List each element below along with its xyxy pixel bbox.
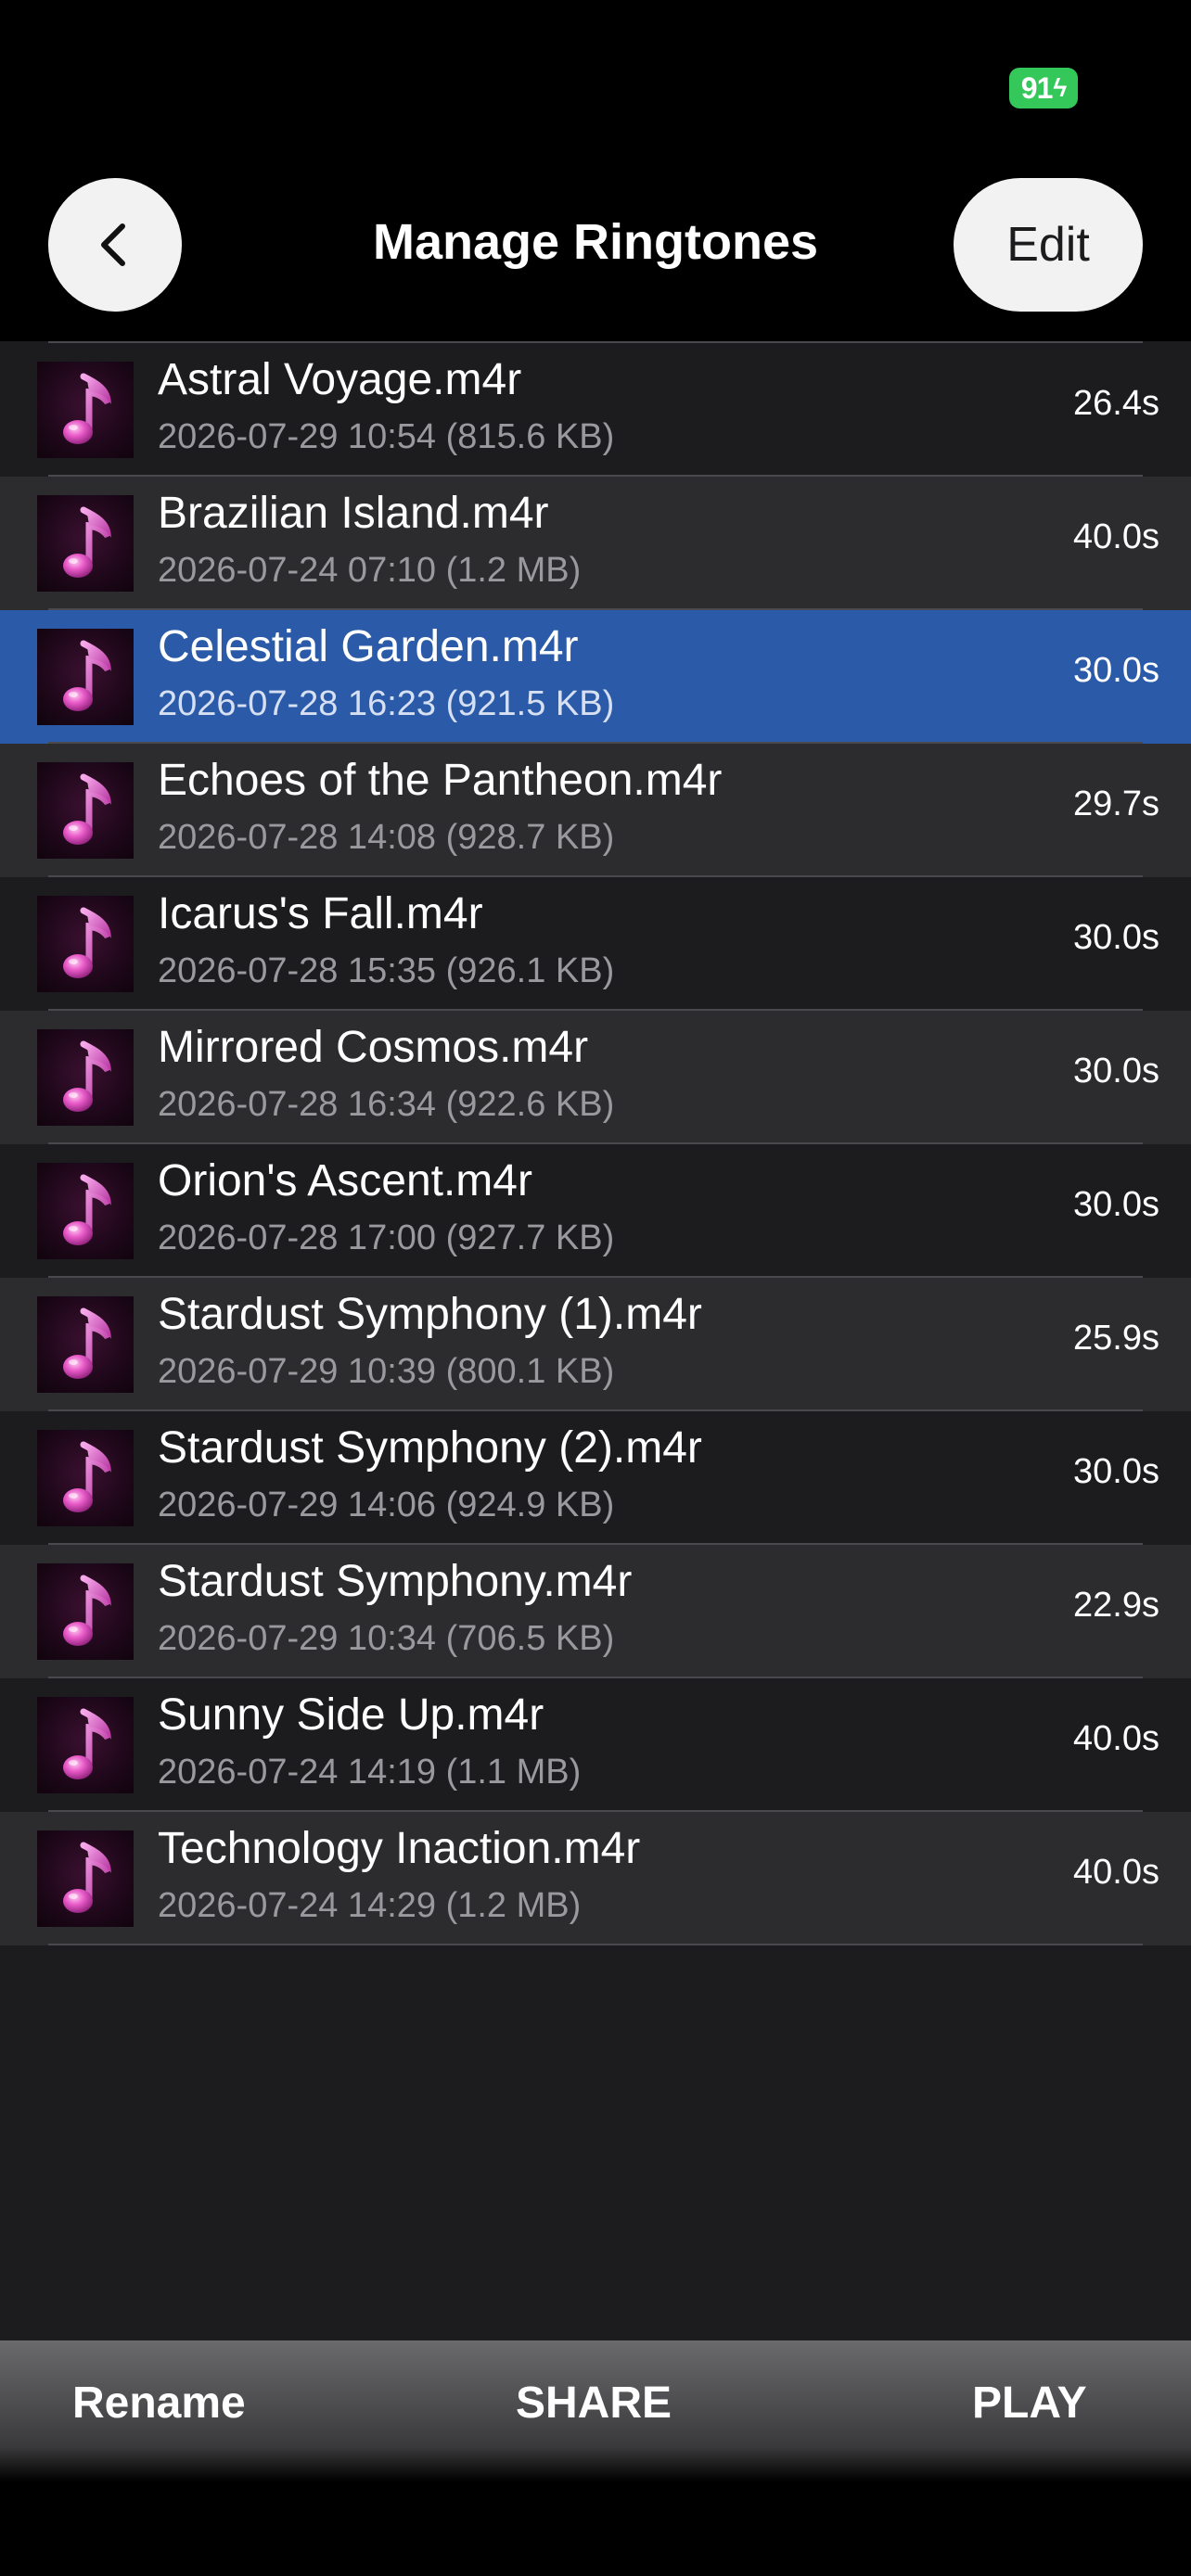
ringtone-details: 2026-07-24 14:29 (1.2 MB) bbox=[158, 1886, 582, 1925]
ringtone-details: 2026-07-28 14:08 (928.7 KB) bbox=[158, 818, 615, 857]
ringtone-thumbnail bbox=[37, 1563, 134, 1660]
music-note-icon bbox=[63, 1441, 111, 1512]
ringtone-name: Stardust Symphony (1).m4r bbox=[158, 1290, 702, 1339]
ringtone-details: 2026-07-29 14:06 (924.9 KB) bbox=[158, 1486, 615, 1524]
ringtone-duration: 40.0s bbox=[1073, 517, 1159, 556]
ringtone-thumbnail bbox=[37, 1697, 134, 1793]
battery-indicator: 91 ϟ bbox=[1009, 68, 1078, 108]
back-button[interactable] bbox=[48, 178, 182, 312]
edit-button[interactable]: Edit bbox=[954, 178, 1143, 312]
music-note-icon bbox=[63, 1842, 111, 1913]
ringtone-name: Astral Voyage.m4r bbox=[158, 355, 522, 404]
ringtone-thumbnail bbox=[37, 1830, 134, 1927]
ringtone-duration: 22.9s bbox=[1073, 1586, 1159, 1625]
ringtone-thumbnail bbox=[37, 1296, 134, 1393]
music-note-icon bbox=[63, 506, 111, 578]
music-note-icon bbox=[63, 1040, 111, 1112]
ringtone-list: Astral Voyage.m4r 2026-07-29 10:54 (815.6… bbox=[0, 341, 1191, 2340]
ringtone-duration: 25.9s bbox=[1073, 1319, 1159, 1358]
ringtone-thumbnail bbox=[37, 1163, 134, 1259]
list-item[interactable]: Echoes of the Pantheon.m4r 2026-07-28 14:… bbox=[0, 744, 1191, 877]
share-button[interactable]: SHARE bbox=[516, 2378, 672, 2429]
ringtone-duration: 40.0s bbox=[1073, 1719, 1159, 1758]
list-item[interactable]: Sunny Side Up.m4r 2026-07-24 14:19 (1.1 M… bbox=[0, 1678, 1191, 1812]
ringtone-name: Echoes of the Pantheon.m4r bbox=[158, 756, 723, 805]
ringtone-details: 2026-07-24 07:10 (1.2 MB) bbox=[158, 551, 582, 590]
status-bar: 91 ϟ bbox=[0, 0, 1191, 167]
ringtone-details: 2026-07-28 16:23 (921.5 KB) bbox=[158, 684, 615, 723]
ringtone-name: Sunny Side Up.m4r bbox=[158, 1690, 544, 1740]
row-divider bbox=[48, 1944, 1143, 1945]
list-item[interactable]: Astral Voyage.m4r 2026-07-29 10:54 (815.6… bbox=[0, 343, 1191, 477]
music-note-icon bbox=[63, 1575, 111, 1646]
ringtone-details: 2026-07-29 10:54 (815.6 KB) bbox=[158, 417, 615, 456]
chevron-left-icon bbox=[101, 223, 125, 266]
list-item[interactable]: Celestial Garden.m4r 2026-07-28 16:23 (92… bbox=[0, 610, 1191, 744]
ringtone-name: Stardust Symphony (2).m4r bbox=[158, 1423, 702, 1473]
navigation-bar: Manage Ringtones Edit bbox=[0, 167, 1191, 343]
bottom-toolbar: Rename SHARE PLAY bbox=[0, 2340, 1191, 2576]
ringtone-duration: 30.0s bbox=[1073, 651, 1159, 690]
list-item[interactable]: Stardust Symphony.m4r 2026-07-29 10:34 (7… bbox=[0, 1545, 1191, 1678]
list-item[interactable]: Brazilian Island.m4r 2026-07-24 07:10 (1.… bbox=[0, 477, 1191, 610]
music-note-icon bbox=[63, 1174, 111, 1245]
play-button[interactable]: PLAY bbox=[972, 2378, 1087, 2429]
ringtone-duration: 30.0s bbox=[1073, 918, 1159, 957]
ringtone-details: 2026-07-28 15:35 (926.1 KB) bbox=[158, 951, 615, 990]
ringtone-details: 2026-07-29 10:34 (706.5 KB) bbox=[158, 1619, 615, 1658]
ringtone-duration: 30.0s bbox=[1073, 1052, 1159, 1090]
battery-level: 91 bbox=[1020, 70, 1054, 105]
ringtone-details: 2026-07-28 16:34 (922.6 KB) bbox=[158, 1085, 615, 1124]
ringtone-duration: 26.4s bbox=[1073, 384, 1159, 423]
ringtone-name: Icarus's Fall.m4r bbox=[158, 889, 483, 938]
ringtone-thumbnail bbox=[37, 762, 134, 859]
page-title: Manage Ringtones bbox=[372, 214, 819, 270]
ringtone-duration: 40.0s bbox=[1073, 1853, 1159, 1892]
ringtone-name: Brazilian Island.m4r bbox=[158, 489, 549, 538]
ringtone-name: Technology Inaction.m4r bbox=[158, 1824, 641, 1873]
ringtone-duration: 30.0s bbox=[1073, 1452, 1159, 1491]
music-note-icon bbox=[63, 1708, 111, 1779]
ringtone-thumbnail bbox=[37, 1430, 134, 1526]
list-item[interactable]: Icarus's Fall.m4r 2026-07-28 15:35 (926.1… bbox=[0, 877, 1191, 1011]
ringtone-name: Mirrored Cosmos.m4r bbox=[158, 1023, 589, 1072]
charging-bolt-icon: ϟ bbox=[1053, 73, 1067, 102]
list-item[interactable]: Mirrored Cosmos.m4r 2026-07-28 16:34 (922… bbox=[0, 1011, 1191, 1144]
music-note-icon bbox=[63, 640, 111, 711]
ringtone-duration: 30.0s bbox=[1073, 1185, 1159, 1224]
list-item[interactable]: Stardust Symphony (2).m4r 2026-07-29 14:0… bbox=[0, 1411, 1191, 1545]
ringtone-details: 2026-07-29 10:39 (800.1 KB) bbox=[158, 1352, 615, 1391]
rename-button[interactable]: Rename bbox=[72, 2378, 246, 2429]
list-item[interactable]: Stardust Symphony (1).m4r 2026-07-29 10:3… bbox=[0, 1278, 1191, 1411]
app-root: 91 ϟ Manage Ringtones Edit Astral Voyage.… bbox=[0, 0, 1191, 2576]
ringtone-details: 2026-07-24 14:19 (1.1 MB) bbox=[158, 1753, 582, 1792]
ringtone-name: Stardust Symphony.m4r bbox=[158, 1557, 633, 1606]
ringtone-thumbnail bbox=[37, 495, 134, 592]
list-item[interactable]: Orion's Ascent.m4r 2026-07-28 17:00 (927.… bbox=[0, 1144, 1191, 1278]
ringtone-name: Celestial Garden.m4r bbox=[158, 622, 579, 671]
music-note-icon bbox=[63, 373, 111, 444]
ringtone-details: 2026-07-28 17:00 (927.7 KB) bbox=[158, 1218, 615, 1257]
music-note-icon bbox=[63, 1307, 111, 1379]
music-note-icon bbox=[63, 773, 111, 845]
ringtone-name: Orion's Ascent.m4r bbox=[158, 1156, 532, 1205]
ringtone-thumbnail bbox=[37, 896, 134, 992]
ringtone-thumbnail bbox=[37, 629, 134, 725]
ringtone-thumbnail bbox=[37, 1029, 134, 1126]
ringtone-thumbnail bbox=[37, 362, 134, 458]
music-note-icon bbox=[63, 907, 111, 978]
ringtone-duration: 29.7s bbox=[1073, 784, 1159, 823]
list-item[interactable]: Technology Inaction.m4r 2026-07-24 14:29 … bbox=[0, 1812, 1191, 1945]
